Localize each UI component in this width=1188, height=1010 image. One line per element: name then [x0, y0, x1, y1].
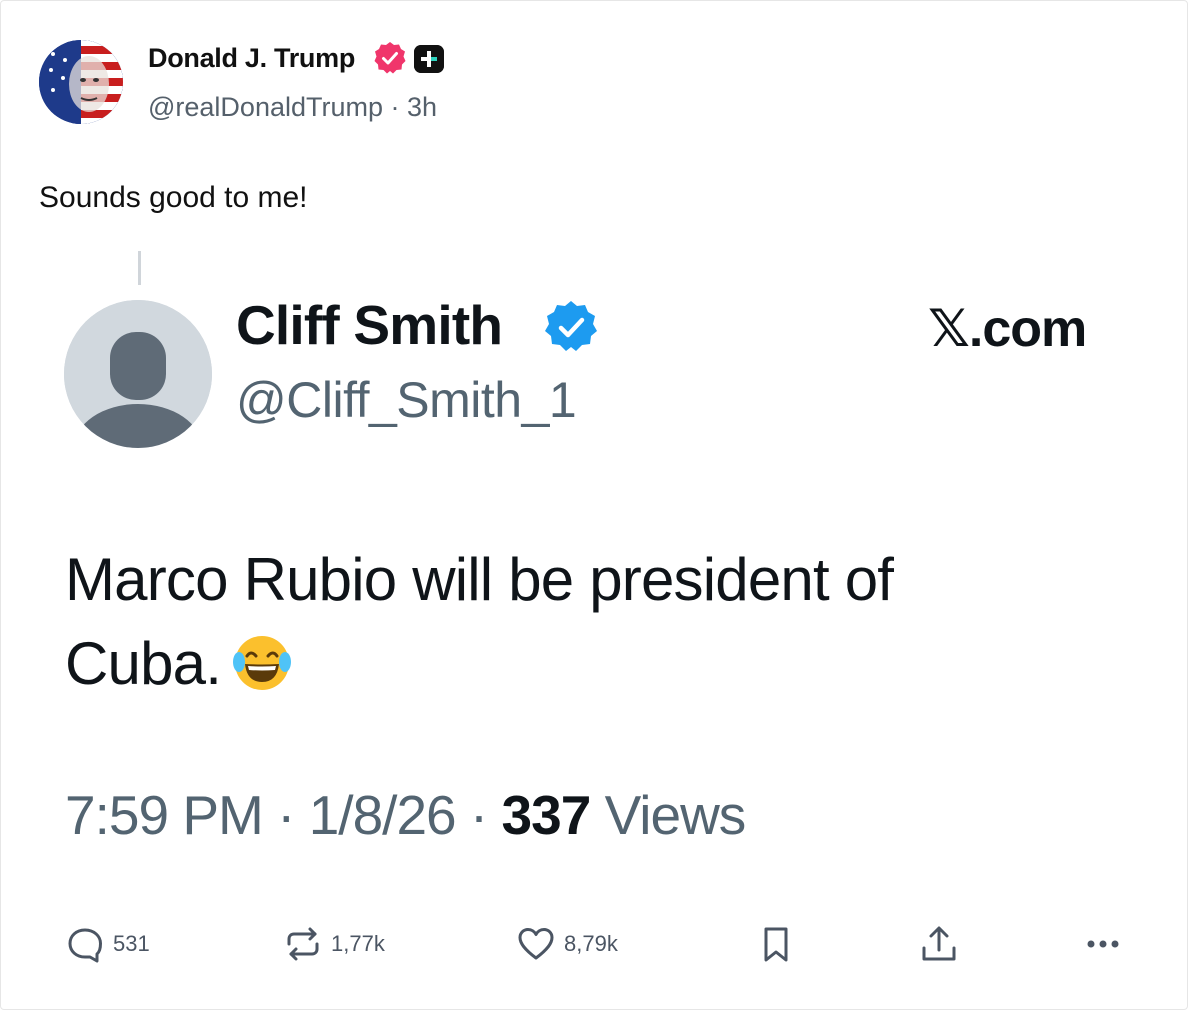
embedded-site-label: 𝕏.com	[928, 300, 1087, 358]
laughing-tears-emoji-icon	[233, 636, 292, 691]
post-text: Sounds good to me!	[39, 181, 308, 214]
embedded-date: 1/8/26	[308, 784, 457, 846]
embedded-text-line-2: Cuba.	[65, 622, 1045, 706]
thread-line	[138, 251, 141, 285]
verified-badge-icon	[374, 42, 406, 74]
embedded-views-label: Views	[604, 784, 747, 846]
reply-icon	[68, 928, 102, 963]
author-handle[interactable]: @realDonaldTrump	[148, 92, 383, 122]
repost-count: 1,77k	[331, 931, 385, 956]
author-name[interactable]: Donald J. Trump	[148, 43, 355, 74]
embedded-meta-line: 7:59 PM · 1/8/26 · 337 Views	[65, 783, 747, 847]
embedded-text-line-2-text: Cuba.	[65, 630, 222, 697]
heart-icon	[518, 928, 554, 960]
embedded-sep-1: ·	[277, 784, 295, 846]
share-icon	[922, 926, 956, 961]
embedded-sep-2: ·	[469, 784, 488, 846]
embedded-author-handle: @Cliff_Smith_1	[236, 372, 577, 428]
author-handle-line: @realDonaldTrump · 3h	[148, 92, 437, 123]
separator-dot: ·	[390, 92, 400, 122]
more-icon	[1087, 940, 1119, 948]
like-button[interactable]: 8,79k	[516, 923, 618, 965]
embedded-post-text: Marco Rubio will be president of Cuba.	[65, 538, 1045, 706]
repost-icon	[287, 927, 319, 961]
repost-button[interactable]: 1,77k	[283, 923, 385, 965]
reply-button[interactable]: 531	[65, 923, 150, 965]
embedded-verified-icon	[545, 301, 597, 351]
more-button[interactable]	[1083, 923, 1123, 965]
post-card: Donald J. Trump @realDonaldTrump · 3h So…	[0, 0, 1188, 1010]
share-button[interactable]	[919, 923, 959, 965]
embedded-author-name: Cliff Smith	[236, 294, 503, 356]
reply-count: 531	[113, 931, 150, 956]
post-time[interactable]: 3h	[407, 92, 437, 122]
like-count: 8,79k	[564, 931, 618, 956]
embedded-time: 7:59 PM	[65, 784, 264, 846]
author-avatar[interactable]	[39, 40, 123, 124]
embedded-views-count: 337	[501, 784, 592, 846]
bookmark-button[interactable]	[756, 923, 796, 965]
embedded-avatar	[64, 300, 212, 448]
bookmark-icon	[764, 927, 788, 962]
plus-badge-icon	[414, 45, 444, 73]
embedded-text-line-1: Marco Rubio will be president of	[65, 546, 894, 613]
